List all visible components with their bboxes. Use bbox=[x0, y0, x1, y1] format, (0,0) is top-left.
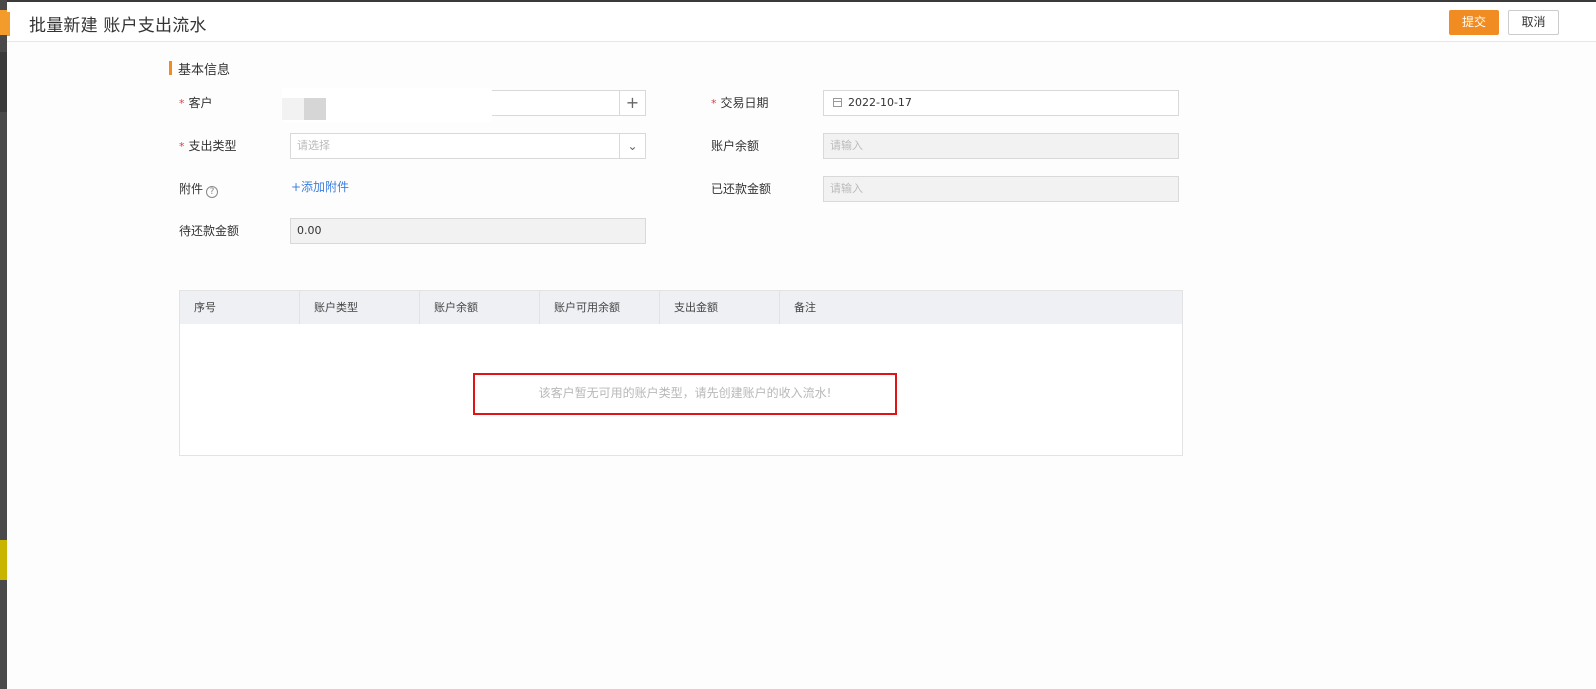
expense-type-label: * 支出类型 bbox=[179, 133, 237, 159]
customer-label-text: 客户 bbox=[188, 96, 213, 110]
cancel-button[interactable]: 取消 bbox=[1508, 10, 1559, 35]
expense-type-placeholder: 请选择 bbox=[297, 139, 330, 152]
section-header: 基本信息 bbox=[169, 60, 231, 78]
table-header: 序号 账户类型 账户余额 账户可用余额 支出金额 备注 bbox=[180, 291, 1182, 324]
empty-state-message: 该客户暂无可用的账户类型，请先创建账户的收入流水! bbox=[473, 373, 897, 415]
question-circle-icon[interactable]: ? bbox=[206, 186, 219, 198]
account-balance-placeholder: 请输入 bbox=[830, 139, 863, 152]
account-balance-input: 请输入 bbox=[823, 133, 1179, 159]
required-mark: * bbox=[179, 97, 185, 110]
repaid-amount-label: 已还款金额 bbox=[711, 182, 772, 196]
background-fragment bbox=[0, 52, 7, 112]
trade-date-label: * 交易日期 bbox=[711, 90, 769, 116]
header-accent-bar bbox=[7, 12, 10, 36]
trade-date-value: 2022-10-17 bbox=[848, 96, 912, 109]
column-header-index: 序号 bbox=[180, 291, 300, 324]
pending-amount-label: 待还款金额 bbox=[179, 224, 240, 238]
column-header-available-balance: 账户可用余额 bbox=[540, 291, 660, 324]
customer-label: * 客户 bbox=[179, 90, 213, 116]
chevron-down-icon[interactable]: ⌄ bbox=[619, 134, 645, 158]
attachment-label-text: 附件 bbox=[179, 182, 204, 196]
calendar-icon bbox=[833, 98, 842, 107]
required-mark: * bbox=[711, 97, 717, 110]
dialog-header: 批量新建 账户支出流水 提交 取消 bbox=[7, 2, 1596, 42]
trade-date-input[interactable]: 2022-10-17 bbox=[823, 90, 1179, 116]
background-accent bbox=[0, 10, 7, 35]
account-table: 序号 账户类型 账户余额 账户可用余额 支出金额 备注 该客户暂无可用的账户类型… bbox=[179, 290, 1183, 456]
section-title: 基本信息 bbox=[178, 62, 231, 78]
column-header-account-type: 账户类型 bbox=[300, 291, 420, 324]
column-header-expense-amount: 支出金额 bbox=[660, 291, 780, 324]
repaid-amount-input: 请输入 bbox=[823, 176, 1179, 202]
background-fragment bbox=[0, 540, 7, 580]
plus-icon[interactable]: + bbox=[619, 91, 645, 115]
redacted-customer-block bbox=[304, 98, 326, 120]
submit-button[interactable]: 提交 bbox=[1449, 10, 1499, 35]
batch-create-dialog: 批量新建 账户支出流水 提交 取消 基本信息 * 客户 + * 交易日期 2022-… bbox=[7, 2, 1596, 689]
expense-type-select[interactable]: 请选择 ⌄ bbox=[290, 133, 646, 159]
redacted-customer-block bbox=[282, 98, 304, 120]
attachment-label: 附件? bbox=[179, 176, 219, 202]
trade-date-label-text: 交易日期 bbox=[720, 96, 769, 110]
account-balance-label: 账户余额 bbox=[711, 139, 760, 153]
column-header-account-balance: 账户余额 bbox=[420, 291, 540, 324]
repaid-amount-placeholder: 请输入 bbox=[830, 182, 863, 195]
background-app-strip bbox=[0, 0, 7, 689]
expense-type-label-text: 支出类型 bbox=[188, 139, 237, 153]
section-accent-bar bbox=[169, 61, 172, 75]
required-mark: * bbox=[179, 140, 185, 153]
pending-amount-value: 0.00 bbox=[297, 224, 322, 237]
pending-amount-input: 0.00 bbox=[290, 218, 646, 244]
column-header-remark: 备注 bbox=[794, 301, 816, 314]
page-title: 批量新建 账户支出流水 bbox=[29, 16, 207, 36]
add-attachment-link[interactable]: +添加附件 bbox=[291, 178, 349, 195]
